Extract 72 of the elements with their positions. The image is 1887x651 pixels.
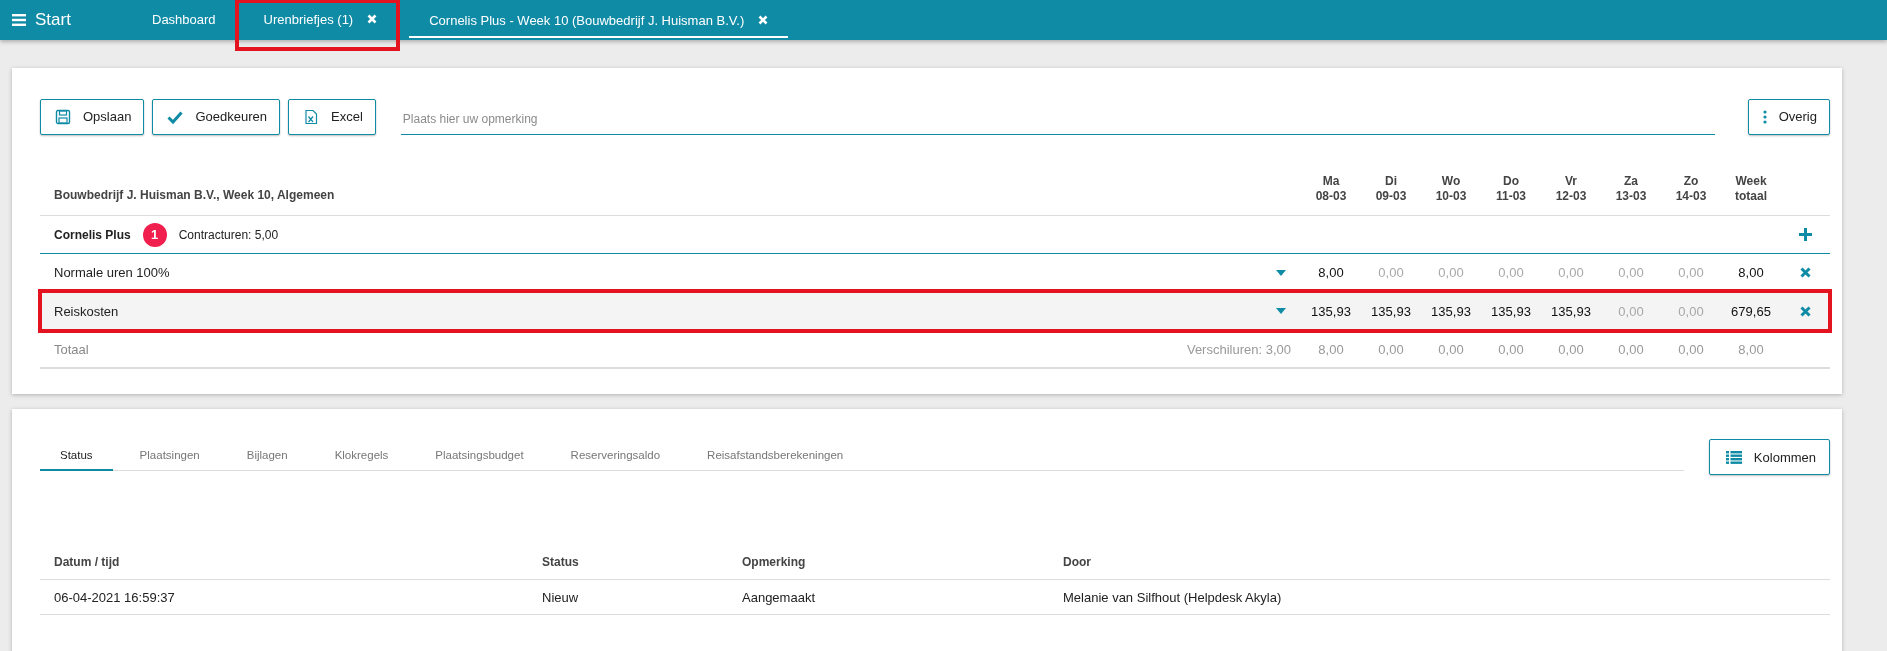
column-header: Zo 14-03 xyxy=(1674,174,1708,204)
sheet-title: Bouwbedrijf J. Huisman B.V., Week 10, Algemeen xyxy=(53,187,336,202)
hours-cell[interactable]: 0,00 xyxy=(1361,265,1421,280)
save-icon xyxy=(55,108,71,125)
column-header: Opmerking xyxy=(741,555,807,569)
hours-cell[interactable]: 8,00 xyxy=(1301,265,1361,280)
total-cell-text: 8,00 xyxy=(1737,341,1765,357)
columns-button[interactable]: Kolommen xyxy=(1708,439,1830,475)
column-header: Za 13-03 xyxy=(1614,174,1648,204)
column-header: Vr 12-03 xyxy=(1554,174,1588,204)
table-cell-text: Melanie van Silfhout (Helpdesk Akyla) xyxy=(1062,589,1283,605)
detail-tab[interactable]: Bijlagen xyxy=(226,443,308,471)
count-badge: 1 xyxy=(142,222,167,247)
column-header: Week totaal xyxy=(1734,174,1768,204)
detail-tab[interactable]: Status xyxy=(40,443,113,471)
column-header: Di 09-03 xyxy=(1374,174,1408,204)
detail-tab[interactable]: Plaatsingsbudget xyxy=(415,443,544,471)
hours-cell[interactable]: 135,93 xyxy=(1481,303,1541,319)
detail-tab[interactable]: Reisafstandsberekeningen xyxy=(687,443,864,471)
column-header: Wo 10-03 xyxy=(1434,174,1468,204)
toolbar-button[interactable]: Excel xyxy=(288,98,376,135)
hours-cell[interactable]: 0,00 xyxy=(1541,265,1601,280)
more-icon xyxy=(1762,109,1767,124)
hours-cell[interactable]: 0,00 xyxy=(1661,265,1721,280)
row-label: Reiskosten xyxy=(53,303,120,319)
nav-tab[interactable]: Urenbriefjes (1) xyxy=(235,0,400,50)
total-cell-text: 0,00 xyxy=(1497,341,1525,357)
total-cell-text: 0,00 xyxy=(1377,341,1405,357)
toolbar-button[interactable]: Opslaan xyxy=(40,98,145,135)
hours-cell[interactable]: 0,00 xyxy=(1421,265,1481,280)
more-button[interactable]: Overig xyxy=(1747,98,1830,135)
total-cell-text: 0,00 xyxy=(1617,341,1645,357)
hours-cell[interactable]: 135,93 xyxy=(1541,303,1601,319)
caret-icon[interactable] xyxy=(1276,308,1286,314)
hours-cell[interactable]: 0,00 xyxy=(1601,265,1661,280)
table-cell-text: Aangemaakt xyxy=(741,589,816,605)
add-icon[interactable] xyxy=(1799,228,1812,241)
detail-tab[interactable]: Klokregels xyxy=(314,443,409,471)
hours-cell[interactable]: 135,93 xyxy=(1421,303,1481,319)
column-header: Status xyxy=(541,555,580,569)
total-label: Totaal xyxy=(53,341,90,357)
hours-cell[interactable]: 135,93 xyxy=(1301,303,1361,319)
total-cell-text: 0,00 xyxy=(1557,341,1585,357)
total-cell-text: 8,00 xyxy=(1317,341,1345,357)
table-cell-text: Nieuw xyxy=(541,589,580,605)
row-label: Normale uren 100% xyxy=(53,265,171,280)
spreadsheet-file-icon xyxy=(303,108,319,125)
hours-cell[interactable]: 679,65 xyxy=(1721,303,1781,319)
hours-cell[interactable]: 135,93 xyxy=(1361,303,1421,319)
list-icon xyxy=(1725,450,1742,464)
menu-button[interactable]: Start xyxy=(0,0,132,40)
contract-hours: Contracturen: 5,00 xyxy=(178,227,279,242)
close-icon[interactable] xyxy=(1800,305,1811,317)
nav-tab[interactable]: Cornelis Plus - Week 10 (Bouwbedrijf J. Huisman B.V.) xyxy=(409,0,789,38)
employee-name: Cornelis Plus xyxy=(54,227,131,242)
total-cell-text: 0,00 xyxy=(1677,341,1705,357)
menu-icon xyxy=(12,14,26,26)
hours-cell[interactable]: 0,00 xyxy=(1481,265,1541,280)
column-header: Do 11-03 xyxy=(1495,174,1527,204)
nav-tab[interactable]: Dashboard xyxy=(132,0,236,40)
table-cell-text: 06-04-2021 16:59:37 xyxy=(53,589,176,605)
column-header: Ma 08-03 xyxy=(1314,174,1348,204)
column-header: Datum / tijd xyxy=(53,555,121,569)
close-icon[interactable] xyxy=(1800,267,1811,278)
hours-cell[interactable]: 8,00 xyxy=(1721,265,1781,280)
detail-tab[interactable]: Plaatsingen xyxy=(119,443,220,471)
toolbar-button[interactable]: Goedkeuren xyxy=(152,98,280,135)
caret-icon[interactable] xyxy=(1276,269,1286,276)
total-cell-text: 0,00 xyxy=(1437,341,1465,357)
detail-tab[interactable]: Reserveringsaldo xyxy=(550,443,681,471)
column-header: Door xyxy=(1062,555,1092,569)
difference-hours: Verschiluren: 3,00 xyxy=(1186,341,1292,357)
